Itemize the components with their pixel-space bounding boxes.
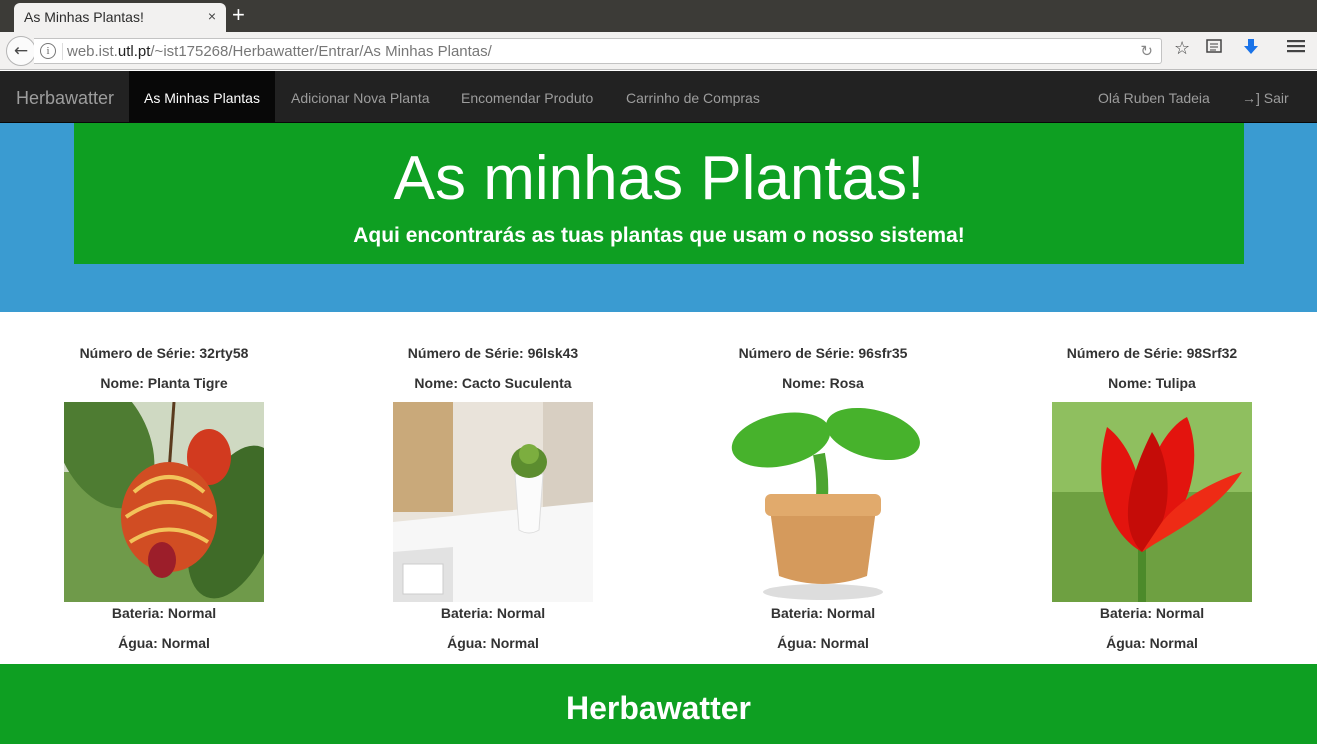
close-tab-icon[interactable]: × [208,8,216,24]
plant-name: Nome: Tulipa [1108,375,1196,391]
nav-as-minhas-plantas[interactable]: As Minhas Plantas [129,71,275,122]
address-bar[interactable]: i web.ist.utl.pt/~ist175268/Herbawatter/… [34,38,1162,64]
plant-water: Água: Normal [777,635,869,651]
plant-battery: Bateria: Normal [1099,605,1205,621]
plant-name: Nome: Rosa [782,375,864,391]
plant-water: Água: Normal [447,635,539,651]
user-greeting[interactable]: Olá Ruben Tadeia [1098,71,1210,122]
back-arrow-icon[interactable]: ← [6,36,36,66]
plant-image [64,402,264,602]
site-footer: Herbawatter [0,664,1317,744]
reader-list-icon[interactable] [1206,38,1222,59]
url-prefix: web.ist. [67,43,118,60]
nav-carrinho-de-compras[interactable]: Carrinho de Compras [626,71,760,122]
plant-battery: Bateria: Normal [770,605,876,621]
plant-water: Água: Normal [1106,635,1198,651]
bookmark-star-icon[interactable]: ☆ [1174,38,1190,59]
sign-in-icon: → [1242,90,1256,106]
plant-image [393,402,593,602]
url-domain: utl.pt [117,43,151,60]
new-tab-icon[interactable]: + [232,2,245,28]
url-separator [62,43,63,60]
plant-image [1052,402,1252,602]
footer-title: Herbawatter [566,690,751,726]
plant-serial: Número de Série: 96lsk43 [407,345,579,361]
url-path: /~ist175268/Herbawatter/Entrar/As Minhas… [150,43,492,60]
nav-adicionar-nova-planta[interactable]: Adicionar Nova Planta [291,71,430,122]
browser-tab-bar: As Minhas Plantas! × + [0,0,1317,32]
navbar-brand[interactable]: Herbawatter [16,88,114,109]
tab-title: As Minhas Plantas! [24,9,144,25]
site-navbar: Herbawatter As Minhas Plantas Adicionar … [0,71,1317,123]
nav-encomendar-produto[interactable]: Encomendar Produto [461,71,593,122]
page-title: As minhas Plantas! [393,144,925,213]
hero-box: As minhas Plantas! Aqui encontrarás as t… [74,123,1244,264]
download-arrow-icon[interactable] [1243,38,1259,61]
hamburger-menu-icon[interactable] [1287,38,1305,59]
page-subtitle: Aqui encontrarás as tuas plantas que usa… [353,224,965,247]
plant-battery: Bateria: Normal [440,605,546,621]
plant-water: Água: Normal [118,635,210,651]
plant-serial: Número de Série: 32rty58 [79,345,249,361]
url-text[interactable]: web.ist.utl.pt/~ist175268/Herbawatter/En… [67,43,492,60]
browser-tab[interactable]: As Minhas Plantas! × [14,3,226,32]
plant-name: Nome: Planta Tigre [100,375,228,391]
logout-label: Sair [1263,90,1289,106]
plant-serial: Número de Série: 96sfr35 [738,345,908,361]
hero-section: As minhas Plantas! Aqui encontrarás as t… [0,123,1317,312]
plant-name: Nome: Cacto Suculenta [414,375,572,391]
logout-link[interactable]: →] Sair [1242,71,1289,122]
plant-image [723,402,923,602]
plant-battery: Bateria: Normal [111,605,217,621]
reload-icon[interactable]: ↻ [1140,42,1153,60]
browser-toolbar: ← i web.ist.utl.pt/~ist175268/Herbawatte… [0,32,1317,70]
plant-serial: Número de Série: 98Srf32 [1066,345,1238,361]
info-icon[interactable]: i [40,43,56,59]
